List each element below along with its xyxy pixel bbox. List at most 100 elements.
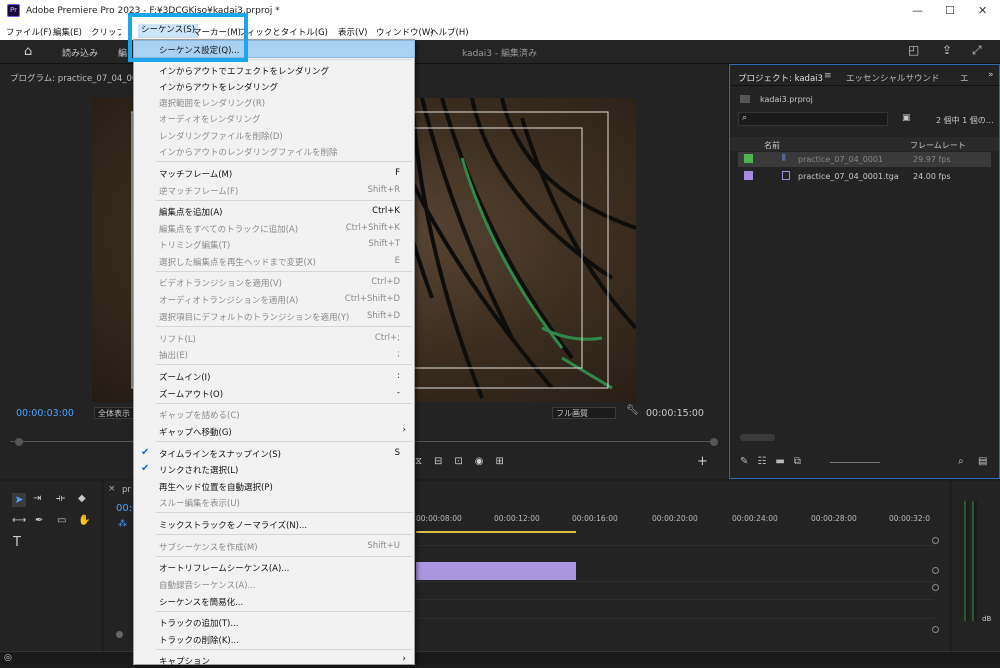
project-file: kadai3.prproj [760,95,813,104]
menu-item-delete-render: レンダリングファイルを削除(D) [159,132,283,142]
tab-project[interactable]: プロジェクト: kadai3 [738,72,823,84]
minimize-icon[interactable]: — [912,4,923,17]
close-sequence-icon[interactable]: × [108,484,116,494]
menu-item-auto-select[interactable]: 再生ヘッド位置を自動選択(P) [134,478,414,494]
track-height-handle[interactable] [932,537,939,544]
project-row-tga[interactable]: practice_07_04_0001.tga 24.00 fps [738,169,991,184]
track-height-handle[interactable] [932,626,939,633]
track-height-handle[interactable] [932,567,939,574]
fit-select[interactable]: 全体表示 [94,407,134,419]
razor-tool-icon[interactable]: ◆ [78,493,86,504]
menu-item-add-tracks[interactable]: トラックの追加(T)... [134,614,414,630]
menu-item-render-in-out[interactable]: インからアウトをレンダリング [134,78,414,94]
menu-edit[interactable]: 編集(E) [53,26,82,38]
ruler-tick: 00:00:20:00 [652,514,698,523]
project-row-sequence[interactable]: ⫼ practice_07_04_0001 29.97 fps [738,152,991,167]
menu-item-through-edit: スルー編集を表示(U) [159,499,240,509]
track-height-handle[interactable] [932,584,939,591]
close-icon[interactable]: ✕ [978,4,987,17]
panel-menu-icon[interactable]: ≡ [824,71,832,81]
video-clip[interactable] [416,562,576,580]
tab-more[interactable]: エ [960,72,969,84]
checkmark-icon: ✔ [141,447,150,458]
menu-clip[interactable]: クリップ(C) [91,26,121,38]
project-panel: プロジェクト: kadai3 ≡ エッセンシャルサウンド エ » kadai3.… [729,64,1000,479]
menu-item-extract: 抽出(E); [159,349,400,361]
menu-item-close-gap: ギャップを詰める(C) [159,411,240,421]
menu-item-auto-record: 自動録音シーケンス(A)... [159,581,256,591]
item-rate: 29.97 fps [913,155,951,164]
type-tool-icon[interactable]: T [13,535,21,550]
workspace-edit[interactable]: 編 [118,46,127,59]
menu-item-snap[interactable]: ✔ タイムラインをスナップイン(S) S [134,445,414,461]
tools-panel: ➤ ⇥ ⟛ ◆ ⟷ ✒ ▭ ✋ T [0,481,102,651]
maximize-icon[interactable]: ☐ [945,4,955,17]
col-name[interactable]: 名前 [764,140,780,151]
menu-item-normalize-mix[interactable]: ミックストラックをノーマライズ(N)... [134,516,414,532]
premiere-app-icon: Pr [7,4,20,17]
menu-item-linked-selection[interactable]: ✔ リンクされた選択(L) [134,461,414,477]
selection-tool-icon[interactable]: ➤ [12,493,26,507]
menu-item-go-to-gap[interactable]: ギャップへ移動(G) › [134,423,414,439]
menu-item-audio-transition: オーディオトランジションを適用(A) Ctrl+Shift+D [159,294,400,306]
menu-item-captions[interactable]: キャプション › [134,652,414,668]
slip-tool-icon[interactable]: ⟷ [12,515,26,526]
hand-tool-icon[interactable]: ✋ [78,515,90,526]
rectangle-tool-icon[interactable]: ▭ [57,515,66,526]
menu-item-match-frame[interactable]: マッチフレーム(M) F [134,165,414,181]
audio-meter-left [964,501,969,621]
pen-tool-icon[interactable]: ✒ [35,515,43,526]
item-rate: 24.00 fps [913,172,951,181]
menu-item-render-effects[interactable]: インからアウトでエフェクトをレンダリング [134,62,414,78]
fullscreen-icon[interactable]: ⤢ [972,43,982,58]
item-name: practice_07_04_0001 [798,155,884,164]
snap-icon[interactable]: ⁂ [118,519,127,529]
new-bin-icon[interactable]: ▣ [902,113,911,123]
playhead-timecode[interactable]: 00:00:03:00 [16,408,74,419]
audio-meter-right [972,501,977,621]
menu-item-reverse-match-frame: 逆マッチフレーム(F) Shift+R [159,185,400,197]
highlight-box-lower [128,37,248,62]
project-toolbar[interactable]: ✎☷▬⧉ [740,456,810,467]
wrench-icon[interactable]: 🔧︎ [626,405,639,416]
menu-item-add-edit[interactable]: 編集点を追加(A) Ctrl+K [134,203,414,219]
zoom-slider[interactable] [830,462,880,463]
find-icon[interactable]: ⌕ [958,456,964,467]
menu-view[interactable]: 表示(V) [338,26,367,38]
more-tabs-icon[interactable]: » [988,70,994,80]
menu-window[interactable]: ウィンドウ(W) [376,26,434,38]
timeline-scroll-handle[interactable] [116,631,123,638]
add-button-icon[interactable]: + [697,454,708,469]
home-icon[interactable]: ⌂ [24,44,32,59]
menu-item-trim-edit: トリミング編集(T) Shift+T [159,239,400,251]
menu-file[interactable]: ファイル(F) [6,26,52,38]
menu-item-zoom-in[interactable]: ズームイン(I): [134,368,414,384]
new-item-icon[interactable]: ▤ [978,456,987,467]
sequence-menu: シーケンス設定(Q)... インからアウトでエフェクトをレンダリング インからア… [133,39,415,668]
share-icon[interactable]: ⇪ [942,43,952,57]
menu-graphics[interactable]: グラフィックとタイトル(G) [240,26,328,38]
quality-select[interactable]: フル画質 [552,407,616,419]
workspace-import[interactable]: 読み込み [62,46,98,59]
scroll-end-handle[interactable] [710,438,718,446]
ruler-tick: 00:00:08:00 [416,514,462,523]
menu-item-simplify[interactable]: シーケンスを簡易化... [134,593,414,609]
track-select-tool-icon[interactable]: ⇥ [33,493,41,504]
menu-item-zoom-out[interactable]: ズームアウト(O) - [134,385,414,401]
menu-item-auto-reframe[interactable]: オートリフレームシーケンス(A)... [134,559,414,575]
project-scrollbar[interactable] [740,434,775,441]
ripple-edit-tool-icon[interactable]: ⟛ [56,493,65,504]
quick-export-icon[interactable]: ◰ [908,43,919,57]
menu-item-delete-tracks[interactable]: トラックの削除(K)... [134,631,414,647]
menu-item-video-transition: ビデオトランジションを適用(V) Ctrl+D [159,277,400,289]
menu-item-delete-render-in-out: インからアウトのレンダリングファイルを削除 [159,148,338,158]
search-icon: ⌕ [742,113,748,123]
scroll-start-handle[interactable] [15,438,23,446]
menu-help[interactable]: ヘルプ(H) [430,26,469,38]
timeline-tab[interactable]: pr [122,485,131,495]
search-input[interactable]: ⌕ [738,112,888,126]
tab-essential-sound[interactable]: エッセンシャルサウンド [846,72,940,84]
transport-controls[interactable]: ⧖⊟⊡◉⊞ [415,456,516,467]
sequence-icon: ⫼ [782,153,786,162]
col-framerate[interactable]: フレームレート [910,140,966,151]
